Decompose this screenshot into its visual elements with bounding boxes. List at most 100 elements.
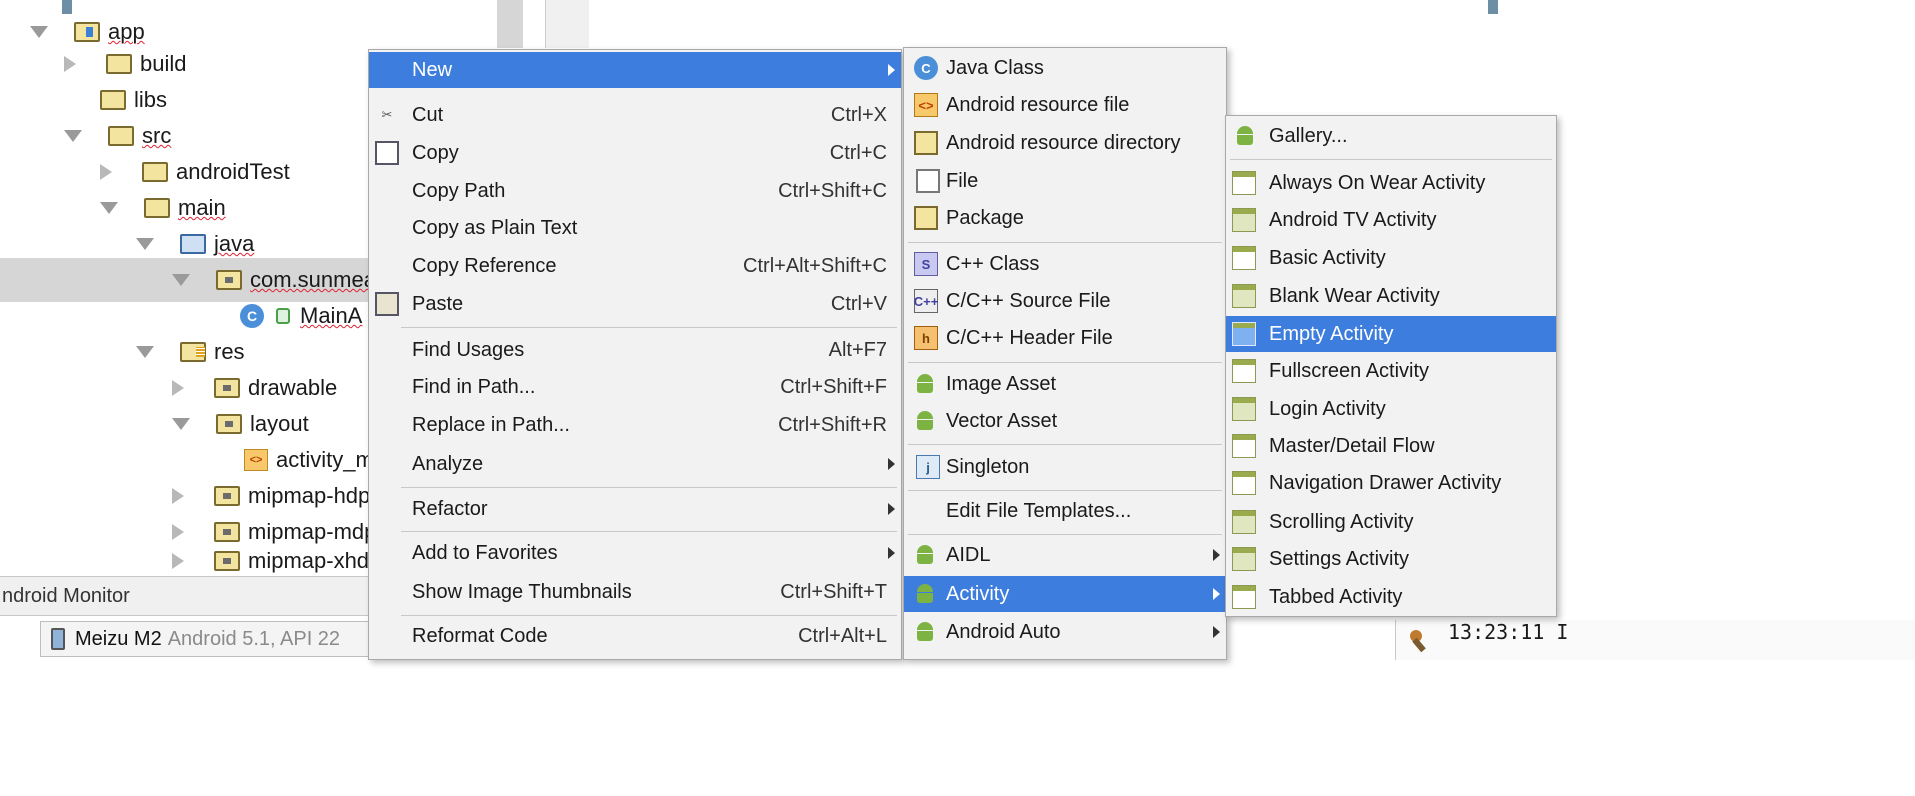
menu-item-label: Edit File Templates...: [946, 499, 1132, 522]
collapse-arrow-icon[interactable]: [172, 553, 184, 569]
menu-item-android-resource-file[interactable]: <> Android resource file: [904, 87, 1226, 123]
menu-item-edit-file-templates[interactable]: Edit File Templates...: [904, 493, 1226, 529]
folder-icon: [108, 126, 134, 146]
lock-icon: [276, 308, 290, 324]
menu-item-navigation-drawer-activity[interactable]: Navigation Drawer Activity: [1226, 465, 1556, 501]
menu-item-reformat-code[interactable]: Reformat Code Ctrl+Alt+L: [369, 618, 901, 654]
collapse-arrow-icon[interactable]: [172, 380, 184, 396]
menu-item-vector-asset[interactable]: Vector Asset: [904, 403, 1226, 439]
menu-item-file[interactable]: File: [904, 163, 1226, 199]
menu-item-copy-reference[interactable]: Copy Reference Ctrl+Alt+Shift+C: [369, 248, 901, 284]
menu-item-cpp-source-file[interactable]: C++ C/C++ Source File: [904, 283, 1226, 319]
collapse-arrow-icon[interactable]: [172, 488, 184, 504]
menu-item-image-asset[interactable]: Image Asset: [904, 366, 1226, 402]
expand-arrow-icon[interactable]: [100, 202, 118, 214]
template-icon: [1232, 510, 1256, 534]
menu-item-copy[interactable]: Copy Ctrl+C: [369, 135, 901, 171]
menu-item-label: Empty Activity: [1269, 322, 1394, 345]
paste-icon: [375, 292, 399, 316]
template-icon: [1232, 585, 1256, 609]
menu-item-android-auto[interactable]: Android Auto: [904, 614, 1226, 650]
wrench-icon[interactable]: [1408, 628, 1434, 654]
tree-node-mipmap-xhdpi[interactable]: mipmap-xhdi: [172, 546, 372, 576]
menu-item-label: Android Auto: [946, 620, 1061, 643]
collapse-arrow-icon[interactable]: [100, 164, 112, 180]
menu-item-label: Gallery...: [1269, 124, 1348, 147]
device-selector[interactable]: Meizu M2 Android 5.1, API 22: [40, 621, 370, 657]
cut-icon: ✂: [381, 107, 393, 122]
menu-item-scrolling-activity[interactable]: Scrolling Activity: [1226, 504, 1556, 540]
device-name: Meizu M2: [75, 627, 162, 650]
menu-item-cpp-class[interactable]: S C++ Class: [904, 246, 1226, 282]
menu-item-tabbed-activity[interactable]: Tabbed Activity: [1226, 579, 1556, 615]
template-icon: [1232, 208, 1256, 232]
menu-item-activity[interactable]: Activity: [904, 576, 1226, 612]
menu-item-replace-in-path[interactable]: Replace in Path... Ctrl+Shift+R: [369, 407, 901, 443]
menu-item-copy-plain-text[interactable]: Copy as Plain Text: [369, 210, 901, 246]
menu-item-copy-path[interactable]: Copy Path Ctrl+Shift+C: [369, 173, 901, 209]
collapse-arrow-icon[interactable]: [64, 56, 76, 72]
menu-item-master-detail-flow[interactable]: Master/Detail Flow: [1226, 428, 1556, 464]
collapse-arrow-icon[interactable]: [172, 524, 184, 540]
expand-arrow-icon[interactable]: [172, 418, 190, 430]
device-api: Android 5.1, API 22: [167, 627, 341, 650]
menu-item-paste[interactable]: Paste Ctrl+V: [369, 286, 901, 322]
android-monitor-header[interactable]: ndroid Monitor: [0, 576, 372, 616]
menu-item-always-on-wear-activity[interactable]: Always On Wear Activity: [1226, 165, 1556, 201]
expand-arrow-icon[interactable]: [64, 130, 82, 142]
menu-item-label: Cut: [412, 103, 444, 126]
menu-item-find-usages[interactable]: Find Usages Alt+F7: [369, 332, 901, 368]
menu-item-shortcut: Ctrl+X: [830, 103, 887, 126]
menu-item-android-resource-directory[interactable]: Android resource directory: [904, 125, 1226, 161]
tree-node-label: activity_m: [276, 447, 372, 472]
menu-item-settings-activity[interactable]: Settings Activity: [1226, 541, 1556, 577]
menu-item-singleton[interactable]: j Singleton: [904, 449, 1226, 485]
menu-item-blank-wear-activity[interactable]: Blank Wear Activity: [1226, 278, 1556, 314]
template-icon: [1232, 471, 1256, 495]
menu-item-label: Tabbed Activity: [1269, 585, 1403, 608]
folder-icon: [106, 54, 132, 74]
menu-item-find-in-path[interactable]: Find in Path... Ctrl+Shift+F: [369, 369, 901, 405]
menu-item-android-tv-activity[interactable]: Android TV Activity: [1226, 202, 1556, 238]
menu-item-basic-activity[interactable]: Basic Activity: [1226, 240, 1556, 276]
menu-item-add-to-favorites[interactable]: Add to Favorites: [369, 535, 901, 571]
menu-item-show-image-thumbnails[interactable]: Show Image Thumbnails Ctrl+Shift+T: [369, 574, 901, 610]
menu-item-fullscreen-activity[interactable]: Fullscreen Activity: [1226, 353, 1556, 389]
menu-item-label: Refactor: [412, 497, 488, 520]
menu-item-analyze[interactable]: Analyze: [369, 446, 901, 482]
menu-item-new[interactable]: New: [369, 52, 901, 88]
menu-item-label: Package: [946, 206, 1024, 229]
folder-icon: [214, 522, 240, 542]
menu-item-shortcut: Ctrl+Shift+R: [778, 413, 887, 436]
device-bar: Meizu M2 Android 5.1, API 22: [0, 617, 372, 657]
tree-node-label: res: [214, 339, 245, 364]
menu-item-package[interactable]: Package: [904, 200, 1226, 236]
cpp-source-icon: C++: [914, 289, 938, 313]
singleton-icon: j: [916, 455, 940, 479]
expand-arrow-icon[interactable]: [136, 238, 154, 250]
menu-item-label: Copy: [412, 141, 459, 164]
menu-item-cpp-header-file[interactable]: h C/C++ Header File: [904, 320, 1226, 356]
expand-arrow-icon[interactable]: [30, 26, 48, 38]
menu-item-refactor[interactable]: Refactor: [369, 491, 901, 527]
menu-item-label: Find Usages: [412, 338, 525, 361]
java-class-icon: C: [914, 56, 938, 80]
template-icon: [1232, 171, 1256, 195]
menu-item-java-class[interactable]: C Java Class: [904, 50, 1226, 86]
android-icon: [914, 372, 938, 396]
menu-item-empty-activity[interactable]: Empty Activity: [1226, 316, 1556, 352]
menu-item-label: Java Class: [946, 56, 1044, 79]
menu-item-cut[interactable]: ✂ Cut Ctrl+X: [369, 97, 901, 133]
expand-arrow-icon[interactable]: [172, 274, 190, 286]
menu-item-gallery[interactable]: Gallery...: [1226, 118, 1556, 154]
menu-separator: [908, 362, 1222, 363]
editor-scrollbar[interactable]: [497, 0, 523, 48]
menu-item-login-activity[interactable]: Login Activity: [1226, 391, 1556, 427]
menu-item-aidl[interactable]: AIDL: [904, 537, 1226, 573]
menu-separator: [908, 534, 1222, 535]
expand-arrow-icon[interactable]: [136, 346, 154, 358]
menu-separator: [908, 444, 1222, 445]
menu-item-label: Show Image Thumbnails: [412, 580, 632, 603]
tree-node-label: com.sunmeat: [250, 267, 383, 292]
package-icon: [216, 270, 242, 290]
